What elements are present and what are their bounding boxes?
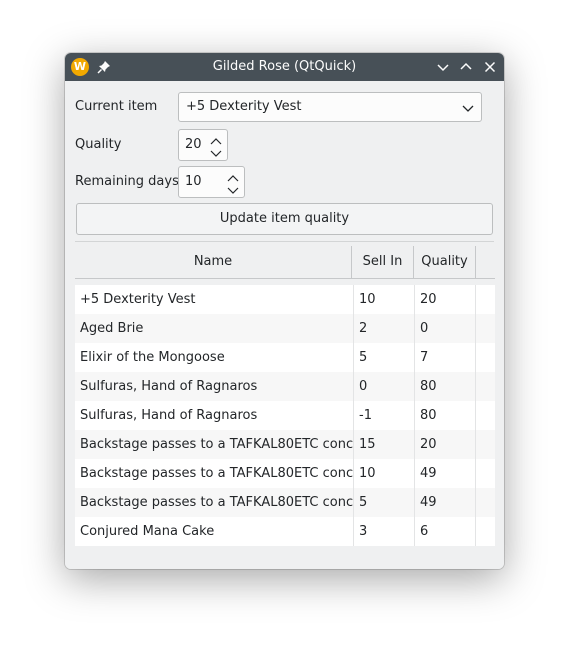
quality-label: Quality <box>75 137 122 152</box>
cell-quality: 0 <box>415 314 476 343</box>
cell-quality: 49 <box>415 459 476 488</box>
close-button[interactable] <box>482 59 498 75</box>
cell-name: Backstage passes to a TAFKAL80ETC concer… <box>75 488 354 517</box>
cell-sell-in: 5 <box>354 343 415 372</box>
cell-quality: 80 <box>415 372 476 401</box>
cell-quality: 7 <box>415 343 476 372</box>
remaining-days-spinbox[interactable]: 10 <box>178 166 245 198</box>
current-item-combobox[interactable]: +5 Dexterity Vest <box>178 92 482 122</box>
current-item-label: Current item <box>75 99 158 114</box>
cell-name: Conjured Mana Cake <box>75 517 354 546</box>
table-row[interactable]: Aged Brie 2 0 <box>75 314 495 343</box>
maximize-button[interactable] <box>458 59 474 75</box>
minimize-button[interactable] <box>435 59 451 75</box>
cell-quality: 6 <box>415 517 476 546</box>
table-row[interactable]: Elixir of the Mongoose 5 7 <box>75 343 495 372</box>
app-window: W Gilded Rose (QtQuick) Current item +5 … <box>65 53 504 569</box>
cell-quality: 20 <box>415 285 476 314</box>
quality-value: 20 <box>185 137 202 152</box>
chevron-up-icon <box>460 62 472 70</box>
table-row[interactable]: Backstage passes to a TAFKAL80ETC concer… <box>75 488 495 517</box>
cell-sell-in: 3 <box>354 517 415 546</box>
chevron-down-icon <box>437 64 449 72</box>
chevron-down-icon[interactable] <box>226 182 240 194</box>
divider <box>75 241 494 242</box>
main-content: Current item +5 Dexterity Vest Quality 2… <box>65 81 504 569</box>
remaining-days-label: Remaining days <box>75 174 179 189</box>
current-item-value: +5 Dexterity Vest <box>186 99 302 114</box>
cell-sell-in: 10 <box>354 459 415 488</box>
cell-name: +5 Dexterity Vest <box>75 285 354 314</box>
cell-sell-in: 5 <box>354 488 415 517</box>
cell-quality: 80 <box>415 401 476 430</box>
table-body: +5 Dexterity Vest 10 20 Aged Brie 2 0 El… <box>75 285 495 546</box>
table-row[interactable]: Conjured Mana Cake 3 6 <box>75 517 495 546</box>
table-row[interactable]: Backstage passes to a TAFKAL80ETC concer… <box>75 430 495 459</box>
cell-sell-in: 0 <box>354 372 415 401</box>
table-row[interactable]: Backstage passes to a TAFKAL80ETC concer… <box>75 459 495 488</box>
update-item-quality-button[interactable]: Update item quality <box>76 203 493 235</box>
cell-sell-in: 10 <box>354 285 415 314</box>
table-row[interactable]: +5 Dexterity Vest 10 20 <box>75 285 495 314</box>
quality-spinbox[interactable]: 20 <box>178 129 228 161</box>
items-table: Name Sell In Quality +5 Dexterity Vest 1… <box>75 246 495 546</box>
cell-name: Sulfuras, Hand of Ragnaros <box>75 401 354 430</box>
chevron-down-icon[interactable] <box>209 145 223 157</box>
table-header: Name Sell In Quality <box>75 246 495 279</box>
cell-name: Backstage passes to a TAFKAL80ETC concer… <box>75 459 354 488</box>
column-header-name[interactable]: Name <box>75 246 352 278</box>
chevron-up-icon[interactable] <box>226 169 240 182</box>
table-row[interactable]: Sulfuras, Hand of Ragnaros 0 80 <box>75 372 495 401</box>
cell-quality: 20 <box>415 430 476 459</box>
remaining-days-value: 10 <box>185 174 202 189</box>
table-row[interactable]: Sulfuras, Hand of Ragnaros -1 80 <box>75 401 495 430</box>
chevron-up-icon[interactable] <box>209 132 223 145</box>
cell-name: Sulfuras, Hand of Ragnaros <box>75 372 354 401</box>
cell-sell-in: 15 <box>354 430 415 459</box>
title-bar[interactable]: W Gilded Rose (QtQuick) <box>65 53 504 81</box>
column-header-quality[interactable]: Quality <box>414 246 476 278</box>
cell-sell-in: 2 <box>354 314 415 343</box>
chevron-down-icon <box>461 100 475 114</box>
cell-name: Backstage passes to a TAFKAL80ETC concer… <box>75 430 354 459</box>
cell-name: Aged Brie <box>75 314 354 343</box>
cell-name: Elixir of the Mongoose <box>75 343 354 372</box>
close-icon <box>484 61 496 73</box>
cell-sell-in: -1 <box>354 401 415 430</box>
cell-quality: 49 <box>415 488 476 517</box>
column-header-sell-in[interactable]: Sell In <box>352 246 414 278</box>
